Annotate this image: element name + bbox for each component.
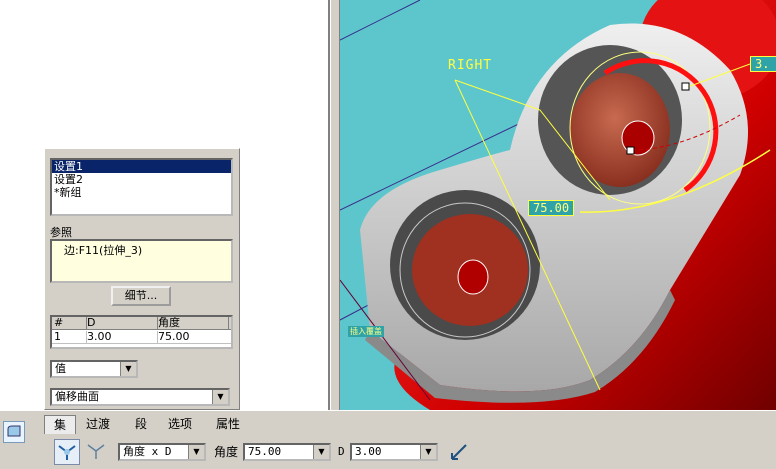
transition-icon bbox=[87, 444, 105, 459]
angle-value: 75.00 bbox=[248, 445, 282, 458]
feature-dashboard: 集 过渡 段 选项 属性 角度 x D ▼ 角度 75.00 ▼ D 3.00 … bbox=[0, 410, 776, 469]
value-type-selected: 值 bbox=[55, 362, 66, 375]
angle-label: 角度 bbox=[214, 445, 239, 459]
column-header-index: # bbox=[52, 317, 87, 329]
flip-direction-icon bbox=[451, 444, 467, 460]
angle-dimension-label[interactable]: 75.00 bbox=[528, 200, 575, 216]
chevron-down-icon[interactable]: ▼ bbox=[120, 362, 136, 376]
table-row[interactable]: 1 3.00 75.00 bbox=[52, 331, 231, 344]
reference-item[interactable]: 边:F11(拉伸_3) bbox=[52, 241, 231, 258]
tab-segments[interactable]: 段 bbox=[126, 415, 156, 433]
table-header-row: # D 角度 bbox=[52, 317, 231, 330]
transition-mode-button[interactable] bbox=[84, 439, 108, 465]
set-mode-button[interactable] bbox=[54, 439, 80, 465]
references-label: 参照 bbox=[50, 226, 72, 239]
tab-properties[interactable]: 属性 bbox=[210, 415, 246, 433]
set-item[interactable]: *新组 bbox=[52, 186, 231, 199]
table-cell-angle[interactable]: 75.00 bbox=[156, 331, 228, 343]
table-cell-d[interactable]: 3.00 bbox=[85, 331, 158, 343]
chevron-down-icon[interactable]: ▼ bbox=[188, 445, 204, 459]
sets-panel: 设置1 设置2 *新组 参照 边:F11(拉伸_3) 细节... # D 角度 … bbox=[44, 148, 240, 410]
tab-sets[interactable]: 集 bbox=[44, 415, 76, 434]
round-feature-icon bbox=[3, 421, 25, 443]
drag-handle[interactable] bbox=[626, 146, 635, 155]
surface-type-selected: 偏移曲面 bbox=[55, 390, 99, 403]
table-cell-index: 1 bbox=[52, 331, 87, 343]
lower-pin bbox=[457, 259, 489, 295]
chevron-down-icon[interactable]: ▼ bbox=[420, 445, 436, 459]
small-tag-label: 插入覆盖 bbox=[348, 326, 384, 337]
tab-options[interactable]: 选项 bbox=[162, 415, 198, 433]
sets-list[interactable]: 设置1 设置2 *新组 bbox=[50, 158, 233, 216]
d-input[interactable]: 3.00 ▼ bbox=[350, 443, 438, 461]
flip-direction-button[interactable] bbox=[448, 441, 470, 463]
chevron-down-icon[interactable]: ▼ bbox=[313, 445, 329, 459]
chevron-down-icon[interactable]: ▼ bbox=[212, 390, 228, 404]
dimension-scheme-selected: 角度 x D bbox=[123, 445, 172, 458]
d-value: 3.00 bbox=[355, 445, 382, 458]
drag-handle[interactable] bbox=[681, 82, 690, 91]
dimension-scheme-dropdown[interactable]: 角度 x D ▼ bbox=[118, 443, 206, 461]
round-set-icon bbox=[58, 445, 76, 460]
radius-table[interactable]: # D 角度 1 3.00 75.00 bbox=[50, 315, 233, 349]
set-item[interactable]: 设置1 bbox=[52, 160, 231, 173]
graphics-viewport[interactable]: RIGHT 75.00 3. 插入覆盖 bbox=[340, 0, 776, 410]
details-button[interactable]: 细节... bbox=[111, 286, 171, 306]
surface-type-dropdown[interactable]: 偏移曲面 ▼ bbox=[50, 388, 230, 406]
references-collector[interactable]: 边:F11(拉伸_3) bbox=[50, 239, 233, 283]
upper-hole-bottom bbox=[570, 73, 670, 187]
d-dimension-label[interactable]: 3. bbox=[750, 56, 776, 72]
set-item[interactable]: 设置2 bbox=[52, 173, 231, 186]
column-header-d: D bbox=[85, 317, 158, 329]
datum-plane-edge bbox=[340, 0, 421, 41]
tab-transitions[interactable]: 过渡 bbox=[80, 415, 116, 433]
d-label: D bbox=[338, 445, 345, 458]
pane-splitter[interactable] bbox=[330, 0, 340, 410]
datum-label-right[interactable]: RIGHT bbox=[448, 58, 492, 73]
value-type-dropdown[interactable]: 值 ▼ bbox=[50, 360, 138, 378]
column-header-angle: 角度 bbox=[156, 317, 229, 329]
angle-input[interactable]: 75.00 ▼ bbox=[243, 443, 331, 461]
